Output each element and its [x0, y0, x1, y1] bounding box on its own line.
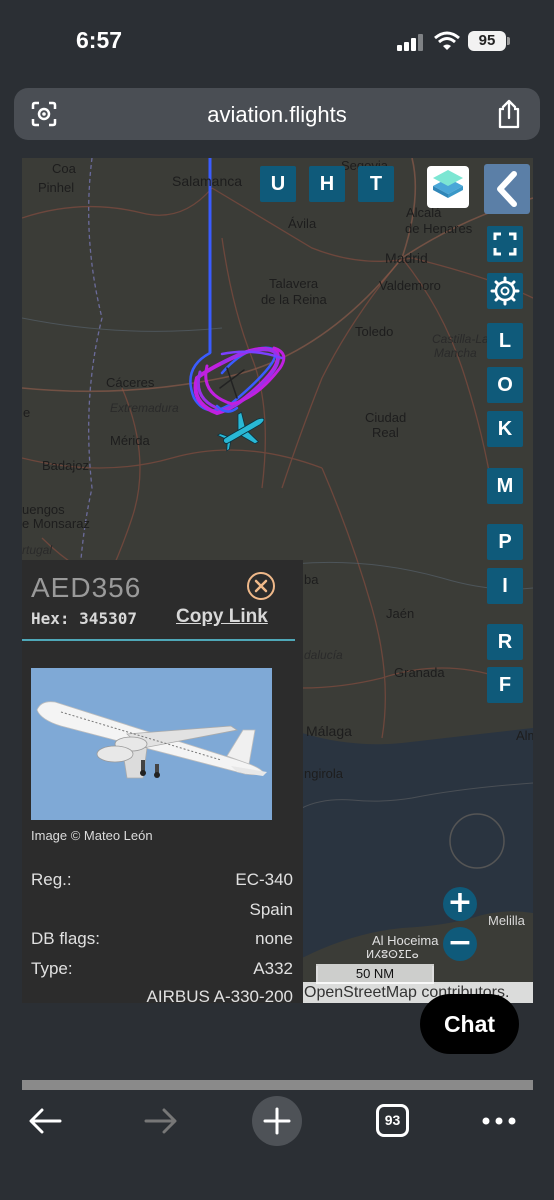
- map-button-h[interactable]: H: [309, 166, 345, 202]
- fullscreen-button[interactable]: [487, 226, 523, 262]
- map-label: Al Hoceima: [372, 933, 439, 948]
- map-label: Talavera: [269, 276, 319, 291]
- map-label: Cáceres: [106, 375, 155, 390]
- map-label: Badajoz: [42, 458, 89, 473]
- map-button-k[interactable]: K: [487, 411, 523, 447]
- map-label: Coa: [52, 161, 76, 176]
- battery-tip: [507, 37, 510, 45]
- map-label: de la Reina: [261, 292, 327, 307]
- map-label: Salamanca: [172, 173, 243, 189]
- map-label: Alm: [516, 728, 533, 743]
- map-label: e Monsaraz: [22, 516, 90, 531]
- map-button-u[interactable]: U: [260, 166, 296, 202]
- hex-value: 345307: [79, 609, 137, 628]
- type-label: Type:: [31, 959, 73, 978]
- map-label: Valdemoro: [379, 278, 441, 293]
- close-panel-button[interactable]: [247, 572, 275, 600]
- zoom-in-button[interactable]: +: [443, 887, 477, 921]
- db-flags-label: DB flags:: [31, 929, 100, 948]
- plus-icon: [263, 1107, 291, 1135]
- layers-button[interactable]: [427, 166, 469, 208]
- share-icon[interactable]: [496, 99, 522, 129]
- map-button-p[interactable]: P: [487, 524, 523, 560]
- photo-credit: Image © Mateo León: [31, 828, 153, 843]
- map-label: Real: [372, 425, 399, 440]
- tabs-button[interactable]: 93: [376, 1104, 409, 1137]
- map-button-m[interactable]: M: [487, 468, 523, 504]
- hex-line: Hex: 345307: [31, 609, 137, 628]
- url-text[interactable]: aviation.flights: [14, 102, 540, 128]
- map-label: Castilla-La: [432, 332, 489, 346]
- map-button-t[interactable]: T: [358, 166, 394, 202]
- map-button-i[interactable]: I: [487, 568, 523, 604]
- country-value: Spain: [249, 900, 293, 919]
- map-label: Jaén: [386, 606, 415, 621]
- map-button-f[interactable]: F: [487, 667, 523, 703]
- map-label: dalucía: [304, 648, 343, 662]
- scale-label: 50 NM: [355, 966, 395, 981]
- forward-arrow-icon[interactable]: [144, 1108, 178, 1134]
- map-label: Málaga: [306, 723, 352, 739]
- map-label: Mancha: [434, 346, 477, 360]
- map-label: ba: [304, 572, 319, 587]
- map-button-l[interactable]: L: [487, 323, 523, 359]
- address-bar[interactable]: aviation.flights: [14, 88, 540, 140]
- type-value: A332: [253, 959, 293, 978]
- layers-icon: [433, 170, 463, 198]
- map-label: uengos: [22, 502, 65, 517]
- panel-divider: [22, 639, 295, 641]
- map-label: ⵍⵃⵓⵙⵉⵎⴰ: [366, 949, 419, 961]
- callsign: AED356: [31, 572, 142, 603]
- copy-link-button[interactable]: Copy Link: [176, 606, 268, 628]
- map-label: Melilla: [488, 913, 525, 928]
- map-label: rtugal: [22, 543, 53, 557]
- map-label: Toledo: [355, 324, 394, 339]
- hex-label: Hex:: [31, 609, 70, 628]
- map-button-r[interactable]: R: [487, 624, 523, 660]
- type-full-value: AIRBUS A-330-200: [146, 987, 293, 1006]
- browser-toolbar: 93: [0, 1090, 554, 1200]
- map-label: Ciudad: [365, 410, 407, 425]
- cellular-signal-icon: [397, 33, 425, 51]
- more-options-icon[interactable]: [481, 1116, 517, 1126]
- map-label: e: [23, 405, 31, 420]
- back-arrow-icon[interactable]: [28, 1108, 62, 1134]
- status-time: 6:57: [76, 27, 123, 53]
- map-label: Granada: [394, 665, 445, 680]
- battery-indicator: 95: [468, 31, 506, 51]
- map-label: Madrid: [385, 250, 428, 266]
- map-label: de Henares: [405, 221, 473, 236]
- reg-value: EC-340: [235, 870, 293, 889]
- close-icon: [254, 579, 268, 593]
- aircraft-photo-image: [31, 668, 272, 820]
- db-flags-value: none: [255, 929, 293, 948]
- status-bar: 6:57 95: [0, 0, 554, 80]
- fullscreen-icon: [493, 232, 517, 256]
- map-button-o[interactable]: O: [487, 367, 523, 403]
- reg-label: Reg.:: [31, 870, 72, 889]
- map-label: Extremadura: [110, 401, 179, 415]
- map-label: Pinhel: [38, 180, 75, 195]
- page-scroll-strip: [22, 1080, 533, 1090]
- wifi-icon: [434, 31, 460, 50]
- aircraft-photo[interactable]: [31, 668, 272, 820]
- zoom-out-button[interactable]: −: [443, 927, 477, 961]
- new-tab-button[interactable]: [252, 1096, 302, 1146]
- chevron-left-icon: [497, 171, 517, 207]
- settings-button[interactable]: [487, 273, 523, 309]
- map-label: Ávila: [288, 216, 317, 231]
- gear-icon: [490, 276, 520, 306]
- map-label: Mérida: [110, 433, 150, 448]
- aircraft-info-panel: AED356 Hex: 345307 Copy Link Image © Mat…: [22, 560, 303, 1006]
- map-label: ngirola: [304, 766, 344, 781]
- chat-button[interactable]: Chat: [420, 994, 519, 1054]
- aircraft-icon[interactable]: [217, 410, 269, 452]
- collapse-sidebar-button[interactable]: [484, 164, 530, 214]
